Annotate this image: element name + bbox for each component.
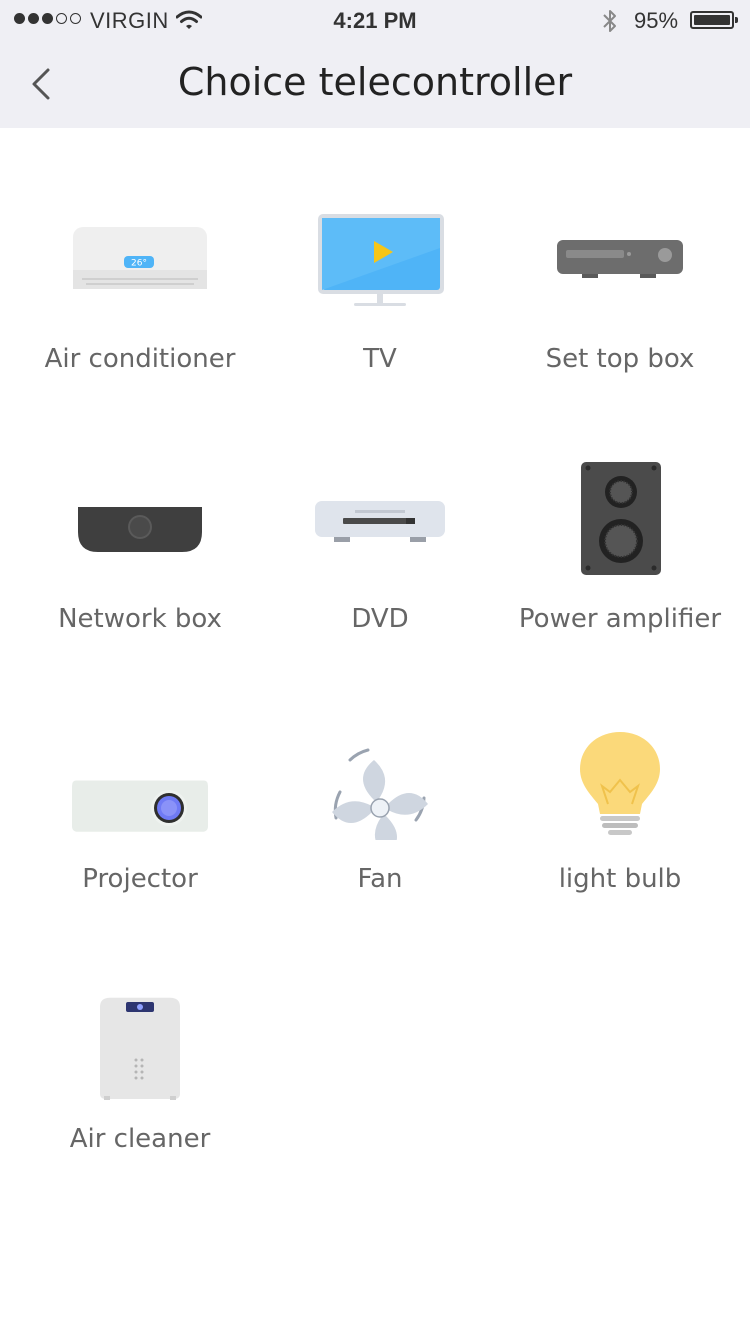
device-label: light bulb: [558, 864, 682, 894]
device-label: Air cleaner: [69, 1124, 211, 1154]
device-fan[interactable]: Fan: [260, 690, 500, 930]
battery-icon: [690, 11, 738, 29]
fan-icon: [332, 748, 428, 840]
projector-icon: [72, 780, 208, 832]
device-air-conditioner[interactable]: 26° Air conditioner: [20, 170, 260, 410]
battery-percentage: 95%: [634, 8, 679, 33]
page-title: Choice telecontroller: [177, 60, 573, 104]
device-label: TV: [363, 344, 397, 374]
air-conditioner-icon: 26°: [73, 227, 207, 289]
device-label: Network box: [58, 604, 222, 634]
network-box-icon: [78, 507, 202, 552]
device-label: DVD: [351, 604, 409, 634]
device-dvd[interactable]: DVD: [260, 430, 500, 670]
device-set-top-box[interactable]: Set top box: [500, 170, 740, 410]
dvd-icon: [315, 501, 445, 542]
device-tv[interactable]: TV: [260, 170, 500, 410]
status-bar: VIRGIN 4:21 PM 95%: [0, 0, 750, 40]
bluetooth-icon: [603, 10, 616, 32]
device-label: Air conditioner: [44, 344, 236, 374]
device-air-cleaner[interactable]: Air cleaner: [20, 950, 260, 1190]
device-projector[interactable]: Projector: [20, 690, 260, 930]
svg-text:26°: 26°: [131, 259, 147, 269]
device-light-bulb[interactable]: light bulb: [500, 690, 740, 930]
device-network-box[interactable]: Network box: [20, 430, 260, 670]
device-label: Projector: [82, 864, 198, 894]
device-label: Set top box: [545, 344, 695, 374]
light-bulb-icon: [580, 732, 660, 835]
device-power-amplifier[interactable]: Power amplifier: [500, 430, 740, 670]
device-label: Fan: [357, 864, 403, 894]
set-top-box-icon: [557, 240, 683, 278]
navigation-bar: VIRGIN 4:21 PM 95% Choice telecontroller: [0, 0, 750, 128]
air-cleaner-icon: [100, 997, 180, 1100]
tv-icon: [318, 214, 444, 306]
device-label: Power amplifier: [518, 604, 722, 634]
speaker-icon: [581, 462, 661, 575]
